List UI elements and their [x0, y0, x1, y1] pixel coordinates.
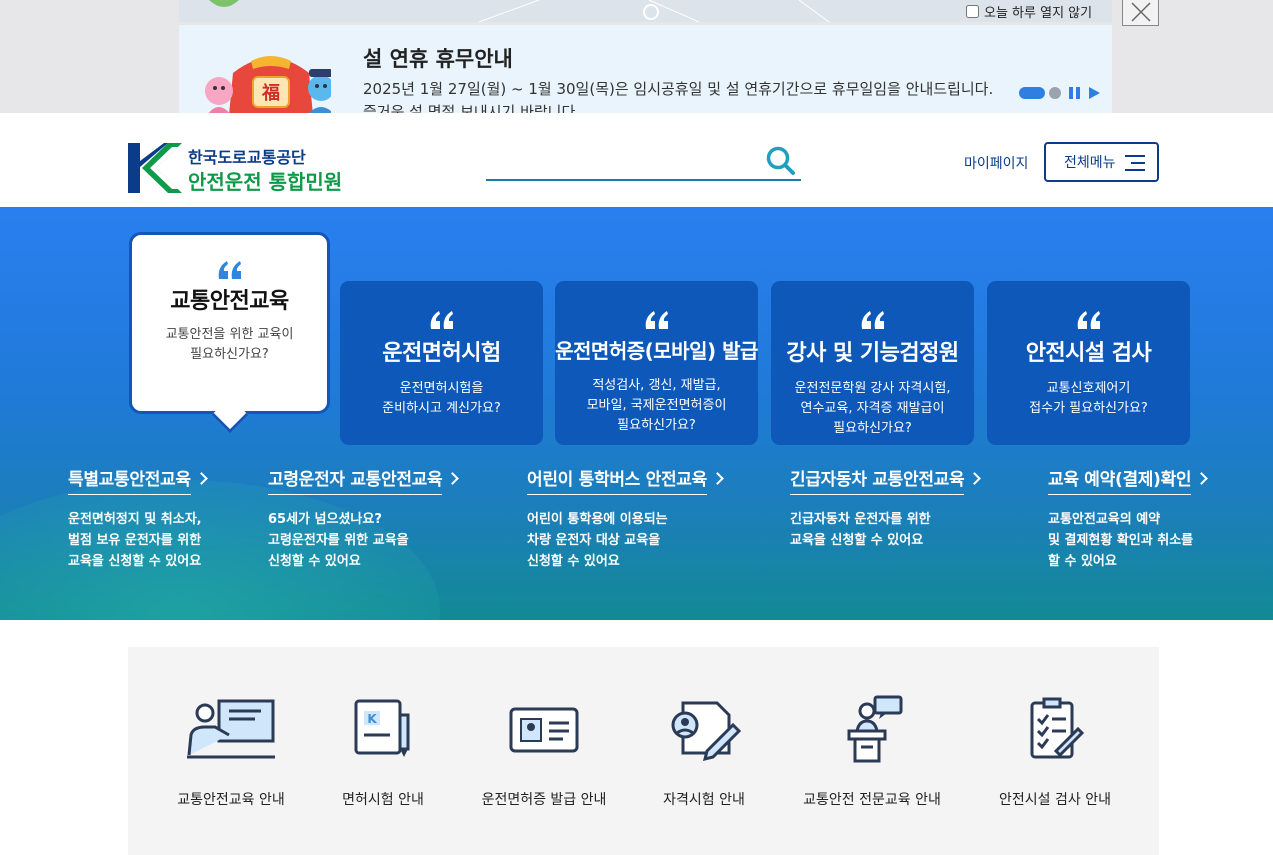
- quote-icon: [1077, 311, 1100, 329]
- service-special-safety-education[interactable]: 특별교통안전교육 운전면허정지 및 취소자, 벌점 보유 운전자를 위한 교육을 신…: [68, 465, 208, 572]
- search-button[interactable]: [765, 145, 797, 177]
- certificate-exam-icon: [671, 701, 741, 762]
- hamburger-icon: [1123, 155, 1145, 171]
- koroad-logo-icon: [128, 143, 182, 193]
- service-title[interactable]: 교육 예약(결제)확인: [1048, 465, 1192, 495]
- service-school-bus-education[interactable]: 어린이 통학버스 안전교육 어린이 통학용에 이용되는 차량 운전자 대상 교육을…: [527, 465, 724, 572]
- card-title: 교통안전교육: [170, 289, 289, 314]
- card-safety-facility-inspection[interactable]: 안전시설 검사 교통신호제어기 접수가 필요하신가요?: [987, 281, 1190, 445]
- search-input[interactable]: [486, 143, 756, 179]
- service-title[interactable]: 어린이 통학버스 안전교육: [527, 465, 707, 495]
- service-emergency-vehicle-education[interactable]: 긴급자동차 교통안전교육 긴급자동차 운전자를 위한 교육을 신청할 수 있어요: [790, 465, 982, 551]
- pause-icon[interactable]: [1069, 87, 1081, 99]
- speaker-podium-icon: [847, 695, 903, 763]
- service-title[interactable]: 긴급자동차 교통안전교육: [790, 465, 965, 495]
- svg-text:福: 福: [261, 82, 280, 104]
- no-show-today-checkbox[interactable]: [966, 5, 979, 18]
- banner-text-line1: 2025년 1월 27일(월) ~ 1월 30일(목)은 임시공휴일 및 설 연…: [363, 80, 994, 98]
- popup-close-button[interactable]: [1122, 0, 1159, 26]
- card-desc: 교통신호제어기 접수가 필요하신가요?: [1029, 381, 1148, 416]
- quick-link-label: 면허시험 안내: [342, 792, 424, 808]
- service-title[interactable]: 고령운전자 교통안전교육: [268, 465, 443, 495]
- card-desc: 운전전문학원 강사 자격시험, 연수교육, 자격증 재발급이 필요하신가요?: [794, 381, 951, 436]
- service-desc: 65세가 넘으셨나요? 고령운전자를 위한 교육을 신청할 수 있어요: [268, 512, 409, 569]
- service-desc: 운전면허정지 및 취소자, 벌점 보유 운전자를 위한 교육을 신청할 수 있어요: [68, 512, 202, 569]
- chevron-right-icon: [711, 472, 724, 485]
- quick-link-license-test[interactable]: K 면허시험 안내: [298, 695, 468, 809]
- svg-text:K: K: [367, 712, 377, 726]
- license-test-icon: K: [354, 699, 410, 757]
- no-show-today-label: 오늘 하루 열지 않기: [984, 6, 1093, 21]
- quote-icon: [430, 311, 453, 329]
- service-desc: 어린이 통학용에 이용되는 차량 운전자 대상 교육을 신청할 수 있어요: [527, 512, 668, 569]
- search-icon: [766, 146, 795, 175]
- quick-link-label: 운전면허증 발급 안내: [481, 792, 607, 808]
- quote-icon: [218, 261, 241, 279]
- search-bar: [486, 143, 801, 181]
- popup-bar: 福 설 연휴 휴무안내 2025년 1월 27일(월) ~ 1월 30일(목)은…: [0, 0, 1273, 113]
- site-logo[interactable]: 한국도로교통공단 안전운전 통합민원: [128, 143, 368, 195]
- quick-link-qualification-exam[interactable]: 자격시험 안내: [619, 695, 789, 809]
- quick-link-safety-education[interactable]: 교통안전교육 안내: [146, 695, 316, 809]
- close-icon: [1131, 2, 1151, 22]
- site-header: 한국도로교통공단 안전운전 통합민원 마이페이지 전체메뉴: [0, 113, 1273, 207]
- service-reservation-check[interactable]: 교육 예약(결제)확인 교통안전교육의 예약 및 결제현황 확인과 취소를 할 수 …: [1048, 465, 1209, 572]
- logo-service-name: 안전운전 통합민원: [188, 170, 343, 194]
- quick-link-label: 안전시설 검사 안내: [999, 792, 1111, 808]
- banner-text-line2: 즐거운 설 명절 보내시기 바랍니다: [363, 103, 576, 113]
- holiday-notice-banner[interactable]: 福 설 연휴 휴무안내 2025년 1월 27일(월) ~ 1월 30일(목)은…: [179, 25, 1112, 113]
- logo-org-name: 한국도로교통공단: [188, 148, 306, 167]
- checklist-icon: [1030, 697, 1085, 759]
- all-menu-button[interactable]: 전체메뉴: [1044, 142, 1159, 182]
- card-desc: 운전면허시험을 준비하시고 계신가요?: [382, 381, 501, 416]
- quick-link-facility-inspection[interactable]: 안전시설 검사 안내: [970, 695, 1140, 809]
- card-driver-license-test[interactable]: 운전면허시험 운전면허시험을 준비하시고 계신가요?: [340, 281, 543, 445]
- slide-dot-active[interactable]: [1019, 87, 1045, 99]
- service-title[interactable]: 특별교통안전교육: [68, 465, 191, 495]
- lucky-bag-icon: 福: [205, 56, 331, 113]
- card-desc: 적성검사, 갱신, 재발급, 모바일, 국제운전면허증이 필요하신가요?: [586, 378, 727, 433]
- slide-dot[interactable]: [1049, 87, 1061, 99]
- service-desc: 긴급자동차 운전자를 위한 교육을 신청할 수 있어요: [790, 512, 931, 548]
- quick-link-label: 교통안전 전문교육 안내: [803, 792, 941, 808]
- card-title: 강사 및 기능검정원: [786, 341, 959, 366]
- service-desc: 교통안전교육의 예약 및 결제현황 확인과 취소를 할 수 있어요: [1048, 512, 1194, 569]
- quick-link-label: 자격시험 안내: [663, 792, 745, 808]
- all-menu-label: 전체메뉴: [1064, 154, 1116, 170]
- main-hero: 교통안전교육 교통안전을 위한 교육이 필요하신가요? 운전면허시험 운전면허시험…: [0, 207, 1273, 620]
- chevron-right-icon: [194, 472, 208, 485]
- play-icon[interactable]: [1089, 87, 1100, 99]
- chevron-right-icon: [1195, 472, 1209, 485]
- banner-title: 설 연휴 휴무안내: [363, 47, 513, 71]
- card-title: 운전면허증(모바일) 발급: [555, 339, 758, 363]
- no-show-today-option[interactable]: 오늘 하루 열지 않기: [966, 2, 1092, 21]
- chevron-right-icon: [968, 472, 982, 485]
- quote-icon: [645, 311, 668, 329]
- card-title: 안전시설 검사: [1025, 341, 1152, 366]
- card-desc: 교통안전을 위한 교육이 필요하신가요?: [165, 327, 294, 362]
- quick-link-professional-education[interactable]: 교통안전 전문교육 안내: [787, 695, 957, 809]
- banner-slider-controls: [1019, 87, 1100, 99]
- mypage-link[interactable]: 마이페이지: [964, 153, 1028, 173]
- card-traffic-safety-education[interactable]: 교통안전교육 교통안전을 위한 교육이 필요하신가요?: [129, 232, 330, 434]
- chevron-right-icon: [446, 472, 460, 485]
- quick-link-label: 교통안전교육 안내: [177, 792, 285, 808]
- id-card-icon: [509, 707, 579, 753]
- lecture-icon: [187, 699, 275, 759]
- card-title: 운전면허시험: [382, 341, 501, 366]
- quick-link-license-issuance[interactable]: 운전면허증 발급 안내: [459, 695, 629, 809]
- quick-links-panel: 교통안전교육 안내 K 면허시험 안내 운전면허증 발급 안내 자격시험 안내 …: [128, 647, 1159, 855]
- card-instructor-examiner[interactable]: 강사 및 기능검정원 운전전문학원 강사 자격시험, 연수교육, 자격증 재발급이…: [771, 281, 974, 445]
- card-license-issuance[interactable]: 운전면허증(모바일) 발급 적성검사, 갱신, 재발급, 모바일, 국제운전면허증…: [555, 281, 758, 445]
- quote-icon: [861, 311, 884, 329]
- service-senior-driver-education[interactable]: 고령운전자 교통안전교육 65세가 넘으셨나요? 고령운전자를 위한 교육을 신청할…: [268, 465, 460, 572]
